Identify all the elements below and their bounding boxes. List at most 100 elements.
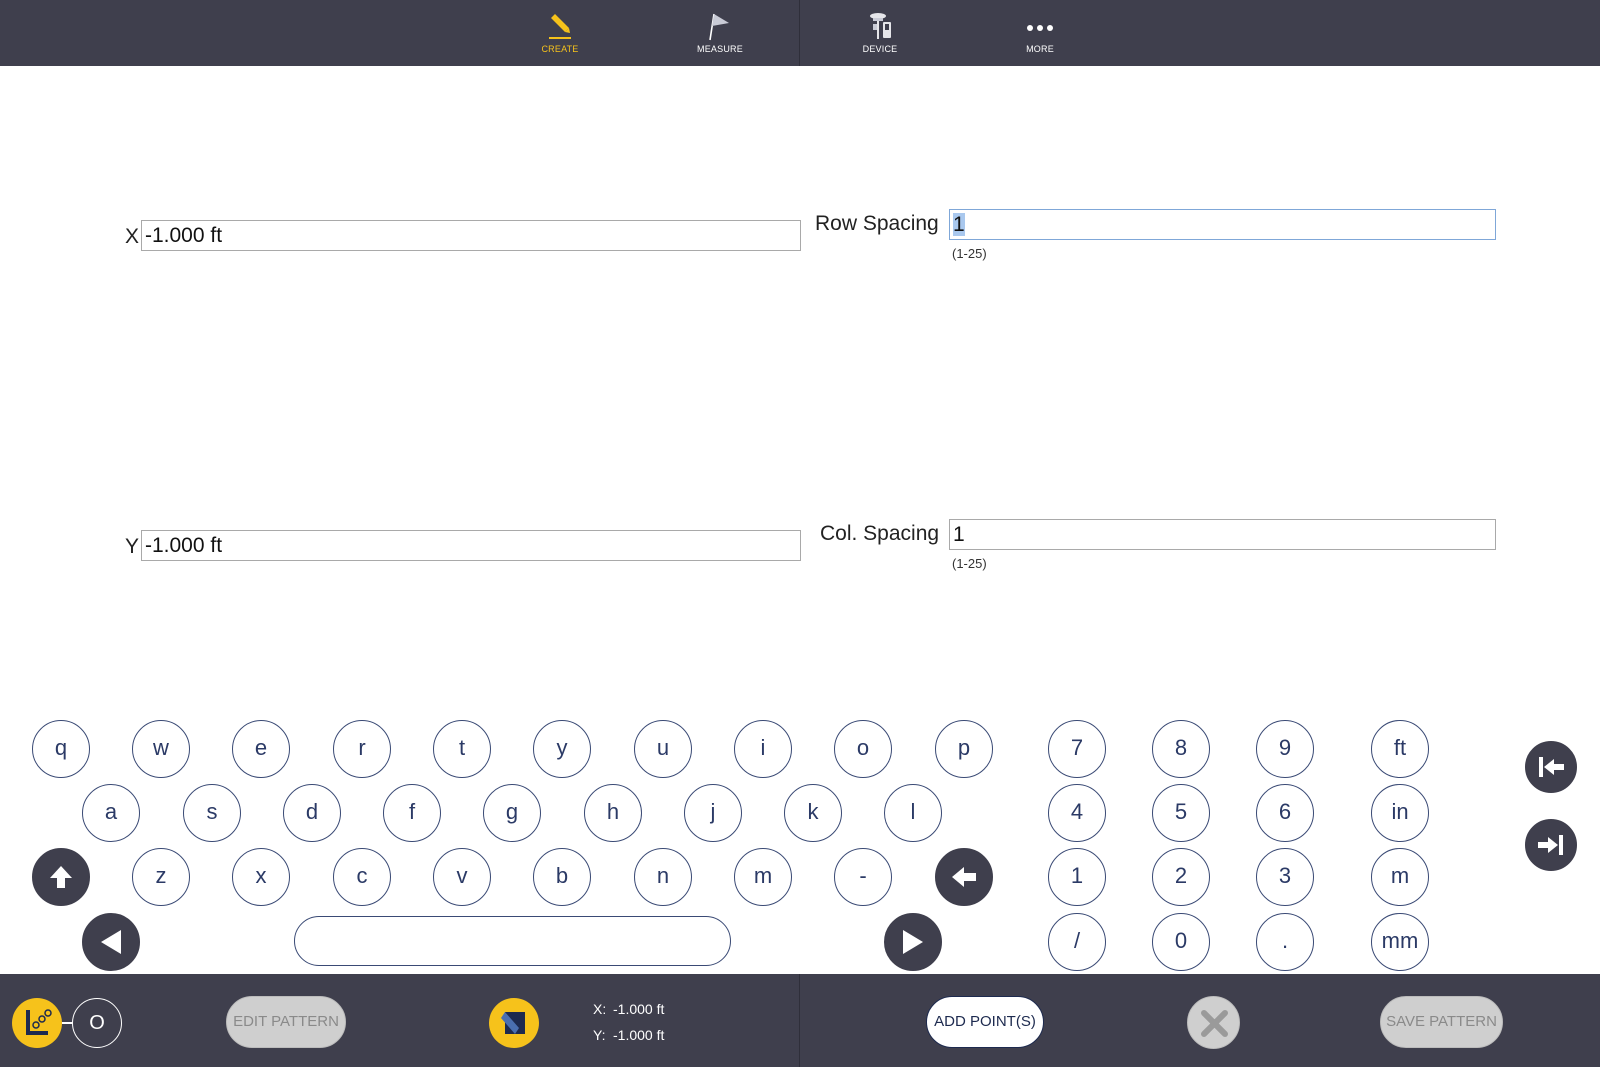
key-h[interactable]: h bbox=[584, 784, 642, 842]
key-d[interactable]: d bbox=[283, 784, 341, 842]
top-nav-bar: CREATE MEASURE DEVICE MORE bbox=[0, 0, 1600, 66]
app-root: CREATE MEASURE DEVICE MORE X -1.000 ft R… bbox=[0, 0, 1600, 1067]
pencil-icon bbox=[549, 14, 571, 39]
key-4[interactable]: 4 bbox=[1048, 784, 1106, 842]
bottom-action-bar: O EDIT PATTERN X: -1.000 ft Y: -1.000 ft A… bbox=[0, 974, 1600, 1067]
key-k[interactable]: k bbox=[784, 784, 842, 842]
edit-pattern-button[interactable]: EDIT PATTERN bbox=[226, 996, 346, 1048]
coord-y-key: Y: bbox=[593, 1027, 606, 1043]
row-spacing-hint: (1-25) bbox=[952, 246, 987, 261]
key-i[interactable]: i bbox=[734, 720, 792, 778]
row-spacing-value: 1 bbox=[953, 213, 965, 236]
key-z[interactable]: z bbox=[132, 848, 190, 906]
layout-points-icon bbox=[26, 1009, 52, 1035]
skip-next-icon bbox=[1538, 835, 1563, 855]
x-input-value: -1.000 ft bbox=[145, 224, 223, 247]
col-spacing-label: Col. Spacing bbox=[820, 522, 940, 545]
key-o[interactable]: o bbox=[834, 720, 892, 778]
toggle-o-button[interactable]: O bbox=[72, 998, 122, 1048]
layout-mode-button[interactable] bbox=[12, 998, 62, 1048]
coord-x-key: X: bbox=[593, 1001, 607, 1017]
key-n[interactable]: n bbox=[634, 848, 692, 906]
key-ft[interactable]: ft bbox=[1371, 720, 1429, 778]
key-e[interactable]: e bbox=[232, 720, 290, 778]
cancel-button[interactable] bbox=[1187, 996, 1240, 1049]
key-u[interactable]: u bbox=[634, 720, 692, 778]
col-spacing-input[interactable]: 1 bbox=[949, 519, 1496, 550]
col-spacing-value: 1 bbox=[953, 523, 965, 546]
key-j[interactable]: j bbox=[684, 784, 742, 842]
cursor-left-key[interactable] bbox=[82, 913, 140, 971]
key-b[interactable]: b bbox=[533, 848, 591, 906]
key-q[interactable]: q bbox=[32, 720, 90, 778]
key-0[interactable]: 0 bbox=[1152, 913, 1210, 971]
coord-x-readout: X: -1.000 ft bbox=[593, 1001, 664, 1017]
y-input-value: -1.000 ft bbox=[145, 534, 223, 557]
space-key[interactable] bbox=[294, 916, 731, 966]
key-m[interactable]: m bbox=[734, 848, 792, 906]
y-label: Y bbox=[125, 535, 140, 558]
key-8[interactable]: 8 bbox=[1152, 720, 1210, 778]
next-field-key[interactable] bbox=[1525, 819, 1577, 871]
point-marker-icon bbox=[501, 1012, 525, 1034]
x-input[interactable]: -1.000 ft bbox=[141, 220, 801, 251]
key-9[interactable]: 9 bbox=[1256, 720, 1314, 778]
coord-x-value: -1.000 ft bbox=[613, 1001, 665, 1017]
x-label: X bbox=[125, 225, 140, 248]
key-p[interactable]: p bbox=[935, 720, 993, 778]
key-v[interactable]: v bbox=[433, 848, 491, 906]
save-pattern-button[interactable]: SAVE PATTERN bbox=[1380, 996, 1503, 1048]
skip-previous-icon bbox=[1539, 757, 1564, 777]
key-r[interactable]: r bbox=[333, 720, 391, 778]
add-points-button[interactable]: ADD POINT(S) bbox=[926, 996, 1044, 1048]
key-a[interactable]: a bbox=[82, 784, 140, 842]
key-s[interactable]: s bbox=[183, 784, 241, 842]
key-y[interactable]: y bbox=[533, 720, 591, 778]
nav-device[interactable]: DEVICE bbox=[825, 10, 935, 62]
key-7[interactable]: 7 bbox=[1048, 720, 1106, 778]
prev-field-key[interactable] bbox=[1525, 741, 1577, 793]
key-m-unit[interactable]: m bbox=[1371, 848, 1429, 906]
shift-arrow-icon bbox=[50, 866, 72, 888]
key-1[interactable]: 1 bbox=[1048, 848, 1106, 906]
triangle-left-icon bbox=[101, 930, 121, 954]
key-mm[interactable]: mm bbox=[1371, 913, 1429, 971]
key-f[interactable]: f bbox=[383, 784, 441, 842]
coord-y-value: -1.000 ft bbox=[613, 1027, 665, 1043]
device-icon bbox=[870, 13, 891, 39]
backspace-key[interactable] bbox=[935, 848, 993, 906]
key-t[interactable]: t bbox=[433, 720, 491, 778]
nav-device-label: DEVICE bbox=[862, 44, 898, 54]
nav-divider bbox=[799, 0, 800, 66]
nav-more-label: MORE bbox=[1026, 44, 1054, 54]
key-x[interactable]: x bbox=[232, 848, 290, 906]
key-dash[interactable]: - bbox=[834, 848, 892, 906]
cursor-right-key[interactable] bbox=[884, 913, 942, 971]
row-spacing-input[interactable]: 1 bbox=[949, 209, 1496, 240]
point-tool-button[interactable] bbox=[489, 998, 539, 1048]
backspace-arrow-icon bbox=[952, 867, 976, 887]
key-in[interactable]: in bbox=[1371, 784, 1429, 842]
nav-measure-label: MEASURE bbox=[697, 44, 743, 54]
more-dots-icon bbox=[1027, 25, 1053, 31]
key-6[interactable]: 6 bbox=[1256, 784, 1314, 842]
nav-measure[interactable]: MEASURE bbox=[665, 10, 775, 62]
close-icon bbox=[1201, 1010, 1228, 1037]
key-w[interactable]: w bbox=[132, 720, 190, 778]
y-input[interactable]: -1.000 ft bbox=[141, 530, 801, 561]
key-2[interactable]: 2 bbox=[1152, 848, 1210, 906]
key-c[interactable]: c bbox=[333, 848, 391, 906]
key-dot[interactable]: . bbox=[1256, 913, 1314, 971]
col-spacing-hint: (1-25) bbox=[952, 556, 987, 571]
key-5[interactable]: 5 bbox=[1152, 784, 1210, 842]
nav-create[interactable]: CREATE bbox=[505, 10, 615, 62]
key-g[interactable]: g bbox=[483, 784, 541, 842]
key-3[interactable]: 3 bbox=[1256, 848, 1314, 906]
key-l[interactable]: l bbox=[884, 784, 942, 842]
connector-line bbox=[62, 1022, 72, 1024]
flag-icon bbox=[709, 13, 729, 41]
shift-key[interactable] bbox=[32, 848, 90, 906]
nav-more[interactable]: MORE bbox=[985, 10, 1095, 62]
nav-create-label: CREATE bbox=[541, 44, 579, 54]
key-slash[interactable]: / bbox=[1048, 913, 1106, 971]
